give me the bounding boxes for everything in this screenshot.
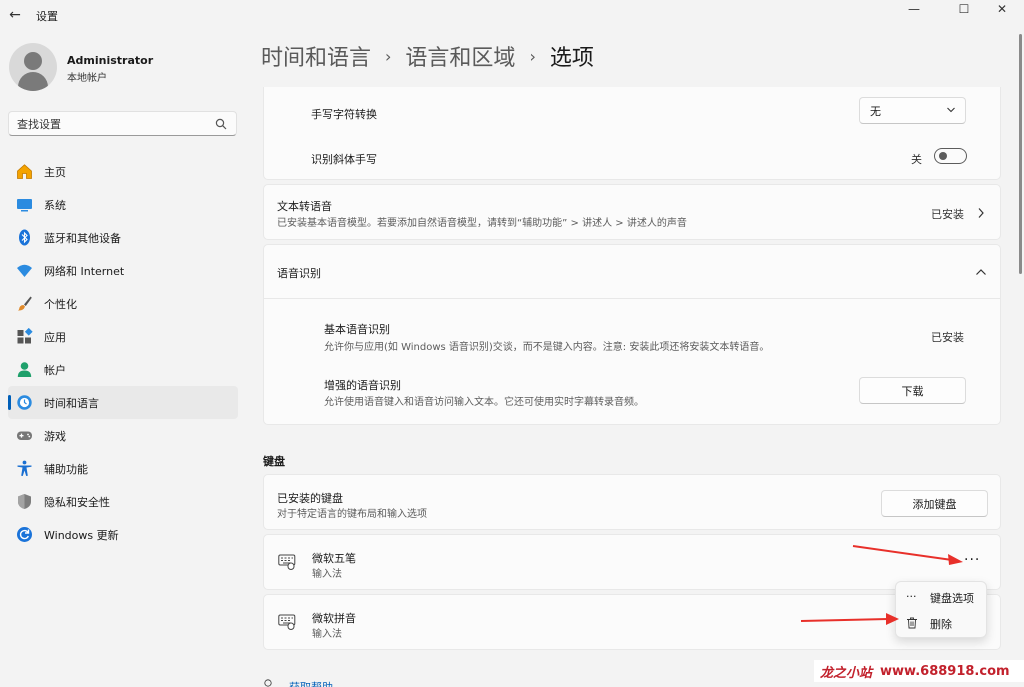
sidebar-nav: 主页 系统 蓝牙和其他设备 网络和 Internet 个性化 应用 帐户 时间和… <box>8 155 238 551</box>
add-keyboard-button[interactable]: 添加键盘 <box>881 490 988 517</box>
keyboard-name: 微软拼音 <box>312 612 356 625</box>
page-title: 选项 <box>549 46 594 71</box>
tts-title: 文本转语音 <box>277 200 332 213</box>
italic-handwriting-state: 关 <box>911 153 922 166</box>
bluetooth-icon <box>19 229 30 246</box>
sidebar-item-bluetooth[interactable]: 蓝牙和其他设备 <box>8 221 238 254</box>
scrollbar-thumb[interactable] <box>1019 34 1022 274</box>
brush-icon <box>18 296 32 311</box>
download-button[interactable]: 下载 <box>859 377 966 404</box>
search-icon[interactable] <box>215 118 227 130</box>
handwriting-conversion-label: 手写字符转换 <box>311 108 377 121</box>
speech-header[interactable]: 语音识别 <box>264 245 1000 299</box>
minimize-button[interactable]: — <box>891 0 937 18</box>
apps-icon <box>17 328 33 344</box>
handwriting-conversion-select[interactable]: 无 <box>859 97 966 124</box>
breadcrumb-time-language[interactable]: 时间和语言 <box>261 40 371 72</box>
keyboard-icon <box>278 614 296 630</box>
basic-speech-desc: 允许你与应用(如 Windows 语音识别)交谈，而不是键入内容。注意: 安装此… <box>324 342 770 353</box>
help-icon <box>264 679 272 687</box>
gamepad-icon <box>17 431 32 440</box>
installed-keyboards-title: 已安装的键盘 <box>277 492 343 505</box>
keyboard-section-title: 键盘 <box>263 455 285 468</box>
sidebar-item-accessibility[interactable]: 辅助功能 <box>8 452 238 485</box>
italic-handwriting-toggle[interactable] <box>934 148 967 164</box>
basic-speech-title: 基本语音识别 <box>324 323 390 336</box>
sidebar-item-windows-update[interactable]: Windows 更新 <box>8 518 238 551</box>
sidebar-item-system[interactable]: 系统 <box>8 188 238 221</box>
sidebar-item-network[interactable]: 网络和 Internet <box>8 254 238 287</box>
accessibility-icon <box>17 460 32 476</box>
menu-item-keyboard-options[interactable]: ··· 键盘选项 <box>896 585 988 609</box>
shield-icon <box>18 494 31 509</box>
watermark-url: www.688918.com <box>880 663 1010 679</box>
sidebar-item-personalization[interactable]: 个性化 <box>8 287 238 320</box>
chevron-right-icon <box>978 208 984 218</box>
keyboard-type: 输入法 <box>312 629 342 640</box>
back-button[interactable]: ← <box>4 4 26 26</box>
home-icon <box>17 164 32 179</box>
more-icon: ··· <box>906 590 917 603</box>
watermark-brand: 龙之小站 <box>820 665 873 681</box>
sidebar-item-time-language[interactable]: 时间和语言 <box>8 386 238 419</box>
wifi-icon <box>17 264 32 277</box>
tts-card[interactable]: 文本转语音 已安装基本语音模型。若要添加自然语音模型，请转到“辅助功能” > 讲… <box>263 184 1001 240</box>
toggle-knob <box>939 152 947 160</box>
title-bar: ← 设置 — ☐ ✕ <box>0 0 1024 30</box>
menu-item-delete[interactable]: 删除 <box>896 611 988 635</box>
avatar-head-icon <box>24 52 42 70</box>
update-icon <box>17 527 32 542</box>
keyboard-context-menu: ··· 键盘选项 删除 <box>895 581 987 638</box>
keyboard-icon <box>278 554 296 570</box>
watermark: 龙之小站 www.688918.com <box>814 660 1024 682</box>
sidebar-item-privacy[interactable]: 隐私和安全性 <box>8 485 238 518</box>
enhanced-speech-title: 增强的语音识别 <box>324 379 401 392</box>
italic-handwriting-label: 识别斜体手写 <box>311 153 377 166</box>
sidebar-item-gaming[interactable]: 游戏 <box>8 419 238 452</box>
app-title: 设置 <box>36 10 58 23</box>
breadcrumb-language-region[interactable]: 语言和区域 <box>405 40 515 72</box>
tts-desc: 已安装基本语音模型。若要添加自然语音模型，请转到“辅助功能” > 讲述人 > 讲… <box>277 218 687 229</box>
sidebar-item-home[interactable]: 主页 <box>8 155 238 188</box>
breadcrumb: 时间和语言 › 语言和区域 › 选项 <box>261 40 594 72</box>
sidebar-item-accounts[interactable]: 帐户 <box>8 353 238 386</box>
basic-speech-status: 已安装 <box>931 331 964 344</box>
speech-title: 语音识别 <box>277 267 321 280</box>
profile-account-type: 本地帐户 <box>67 73 107 84</box>
handwriting-card: 手写字符转换 无 识别斜体手写 关 <box>263 87 1001 180</box>
breadcrumb-separator: › <box>529 46 536 66</box>
trash-icon <box>907 617 917 629</box>
avatar-body-icon <box>18 72 48 91</box>
get-help-link[interactable]: 获取帮助 <box>289 679 333 687</box>
close-button[interactable]: ✕ <box>979 0 1024 18</box>
system-icon <box>17 199 32 212</box>
enhanced-speech-desc: 允许使用语音键入和语音访问输入文本。它还可使用实时字幕转录音频。 <box>324 397 644 408</box>
search-box[interactable] <box>8 111 237 136</box>
profile-name: Administrator <box>67 54 154 67</box>
installed-keyboards-desc: 对于特定语言的键布局和输入选项 <box>277 509 427 520</box>
keyboard-item-pinyin: 微软拼音 输入法 <box>263 594 1001 650</box>
keyboard-name: 微软五笔 <box>312 552 356 565</box>
keyboard-item-wubi: 微软五笔 输入法 ··· <box>263 534 1001 590</box>
avatar[interactable] <box>9 43 57 91</box>
time-language-icon <box>17 395 32 410</box>
keyboard-more-button[interactable]: ··· <box>964 552 980 568</box>
installed-keyboards-card: 已安装的键盘 对于特定语言的键布局和输入选项 添加键盘 <box>263 474 1001 530</box>
sidebar-item-apps[interactable]: 应用 <box>8 320 238 353</box>
search-input[interactable] <box>17 116 207 132</box>
account-icon <box>17 362 32 377</box>
chevron-down-icon <box>947 107 955 113</box>
back-arrow-icon: ← <box>9 7 21 23</box>
speech-card: 语音识别 基本语音识别 允许你与应用(如 Windows 语音识别)交谈，而不是… <box>263 244 1001 425</box>
breadcrumb-separator: › <box>385 46 392 66</box>
chevron-up-icon <box>976 269 986 275</box>
tts-status: 已安装 <box>931 208 964 221</box>
keyboard-type: 输入法 <box>312 569 342 580</box>
